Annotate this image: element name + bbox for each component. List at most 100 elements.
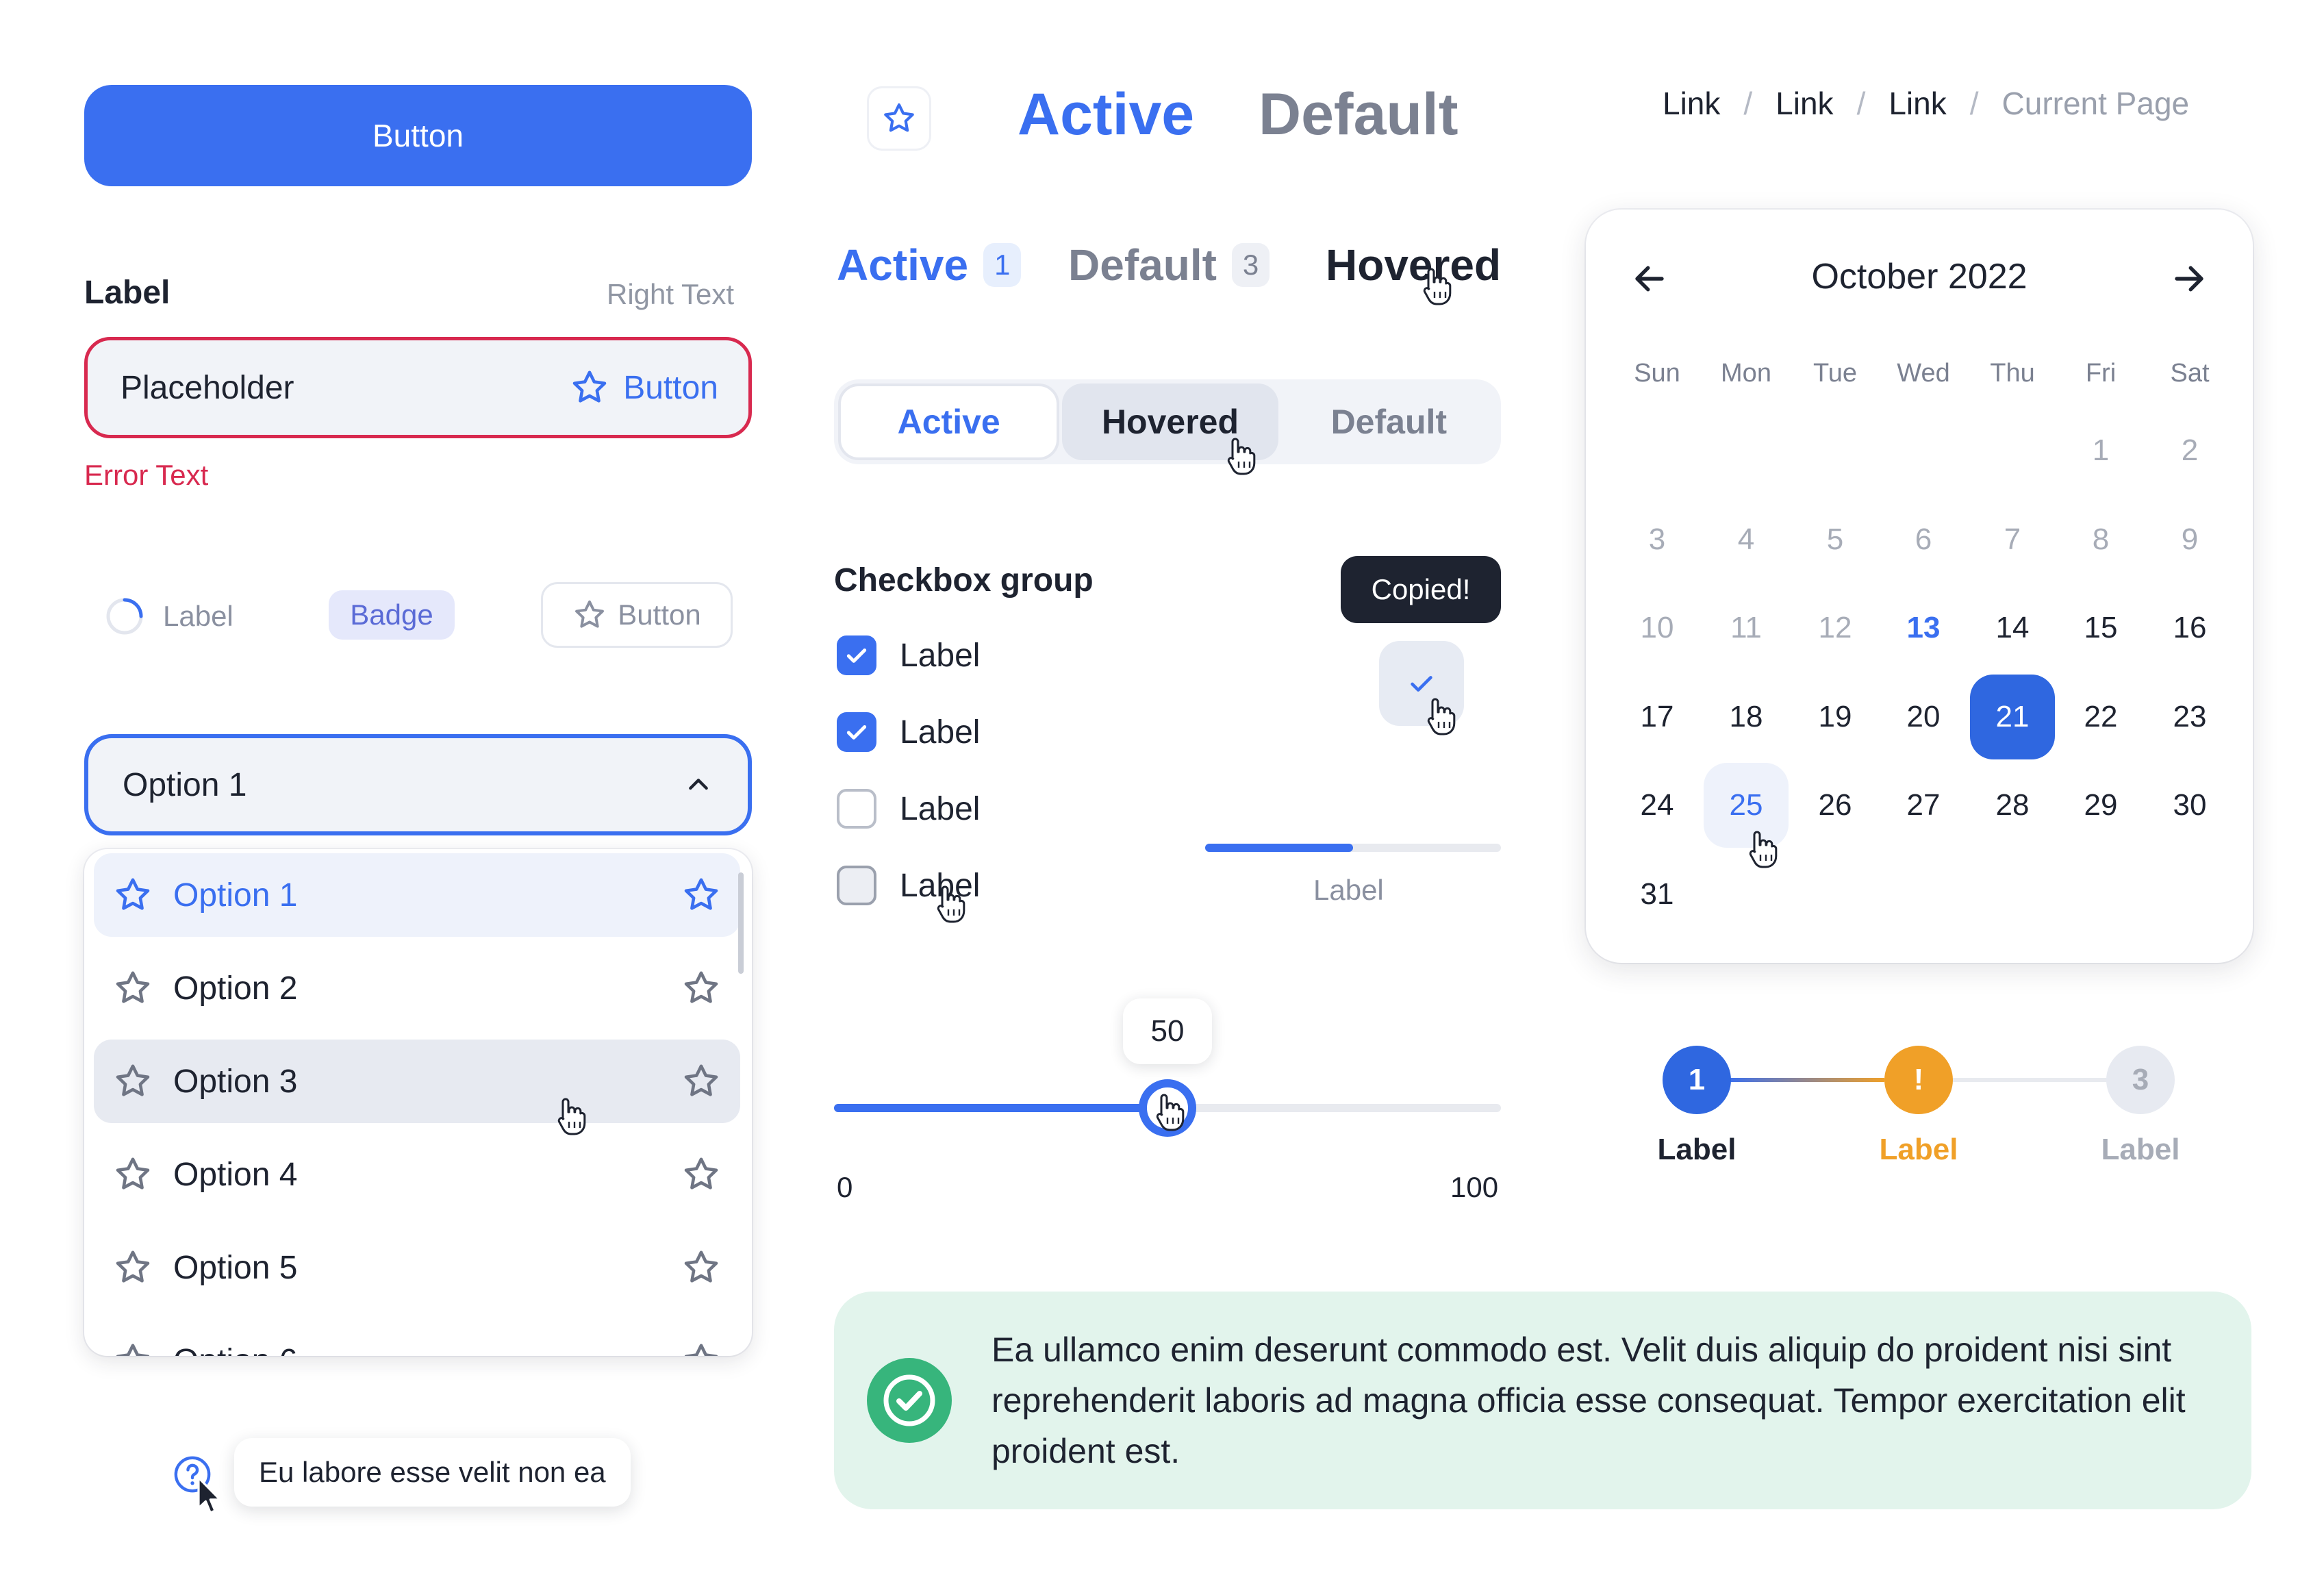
breadcrumb-separator: /	[1969, 86, 1979, 121]
stepper-connector	[1727, 1078, 1884, 1082]
calendar-day[interactable]: 4	[1704, 497, 1789, 582]
calendar-weekday: Sat	[2170, 359, 2210, 388]
tab-count-badge: 1	[983, 243, 1022, 287]
calendar-month-title: October 2022	[1811, 257, 2028, 297]
star-icon[interactable]	[681, 1341, 721, 1356]
calendar-day[interactable]: 15	[2058, 586, 2143, 670]
star-icon[interactable]	[681, 875, 721, 915]
calendar-day[interactable]: 24	[1615, 763, 1700, 848]
checkbox-group-title: Checkbox group	[834, 562, 1094, 599]
checkbox-unchecked[interactable]	[837, 789, 876, 829]
hand-cursor-icon	[1422, 696, 1457, 737]
count-tab-active[interactable]: Active 1	[837, 240, 1022, 290]
star-icon[interactable]	[681, 1061, 721, 1101]
step-circle-1[interactable]: 1	[1663, 1046, 1731, 1114]
step-circle-3[interactable]: 3	[2106, 1046, 2175, 1114]
input-button[interactable]: Button	[570, 368, 718, 407]
hand-cursor-icon	[552, 1096, 588, 1137]
checkbox-unchecked[interactable]	[837, 866, 876, 905]
breadcrumb-link[interactable]: Link	[1889, 85, 1946, 122]
calendar-day[interactable]: 26	[1793, 763, 1878, 848]
step-label: Label	[1879, 1133, 1958, 1166]
calendar-day[interactable]: 22	[2058, 675, 2143, 759]
chevron-up-icon	[685, 771, 712, 798]
spinner-label: Label	[163, 600, 233, 632]
star-icon	[113, 1248, 153, 1287]
star-icon[interactable]	[681, 1248, 721, 1287]
checkbox-item[interactable]: Label	[837, 712, 980, 752]
checkbox-item[interactable]: Label	[837, 789, 980, 829]
calendar-day[interactable]: 16	[2147, 586, 2232, 670]
dropdown-option[interactable]: Option 6	[94, 1319, 740, 1356]
field-right-text: Right Text	[607, 278, 734, 310]
checkbox-checked[interactable]	[837, 712, 876, 752]
dropdown-option[interactable]: Option 5	[94, 1226, 740, 1309]
calendar-day[interactable]: 10	[1615, 586, 1700, 670]
calendar-day[interactable]: 1	[2058, 408, 2143, 493]
breadcrumb-link[interactable]: Link	[1663, 85, 1720, 122]
calendar-day[interactable]: 27	[1881, 763, 1966, 848]
dropdown-menu: Option 1 Option 2 Option 3 Option 4 Opti…	[84, 849, 752, 1356]
calendar-day[interactable]: 31	[1615, 852, 1700, 937]
calendar-day[interactable]: 21	[1970, 674, 2055, 759]
outline-button-label: Button	[618, 599, 701, 631]
count-tab-default[interactable]: Default 3	[1068, 240, 1270, 290]
checkbox-label: Label	[900, 637, 981, 674]
calendar-day[interactable]: 28	[1970, 763, 2055, 848]
tab-active[interactable]: Active	[1018, 81, 1194, 149]
step-circle-warning[interactable]: !	[1884, 1046, 1953, 1114]
calendar-day[interactable]: 12	[1793, 586, 1878, 670]
dropdown-option[interactable]: Option 2	[94, 946, 740, 1030]
dropdown-option[interactable]: Option 3	[94, 1040, 740, 1123]
checkbox-item[interactable]: Label	[837, 635, 980, 675]
star-toggle-button[interactable]	[867, 86, 931, 151]
calendar-day[interactable]: 2	[2147, 408, 2232, 493]
tab-default[interactable]: Default	[1259, 81, 1458, 149]
calendar-day[interactable]: 20	[1881, 675, 1966, 759]
dropdown-option[interactable]: Option 4	[94, 1133, 740, 1216]
step-label: Label	[2101, 1133, 2180, 1166]
checkbox-label: Label	[900, 790, 981, 827]
calendar-day[interactable]: 7	[1970, 497, 2055, 582]
tab-label: Active	[837, 240, 969, 290]
calendar-day[interactable]: 9	[2147, 497, 2232, 582]
segment-active[interactable]: Active	[838, 383, 1060, 460]
calendar-day[interactable]: 6	[1881, 497, 1966, 582]
calendar-day[interactable]: 17	[1615, 675, 1700, 759]
dropdown-option[interactable]: Option 1	[94, 853, 740, 937]
select-input[interactable]: Option 1	[84, 734, 752, 835]
slider-value: 50	[1150, 1014, 1185, 1048]
hand-cursor-icon	[1743, 829, 1779, 870]
star-icon	[881, 101, 917, 136]
tab-label: Default	[1068, 240, 1217, 290]
calendar-day[interactable]: 5	[1793, 497, 1878, 582]
breadcrumb-link[interactable]: Link	[1776, 85, 1833, 122]
stepper-connector	[1949, 1078, 2113, 1082]
calendar-day[interactable]: 18	[1704, 675, 1789, 759]
calendar-day[interactable]: 29	[2058, 763, 2143, 848]
star-icon	[113, 1061, 153, 1101]
star-icon[interactable]	[681, 1155, 721, 1194]
calendar-day[interactable]: 19	[1793, 675, 1878, 759]
calendar-day[interactable]: 3	[1615, 497, 1700, 582]
calendar-weekday: Sun	[1634, 359, 1680, 388]
star-icon[interactable]	[681, 968, 721, 1008]
calendar-weekday: Tue	[1813, 359, 1858, 388]
calendar-day[interactable]: 30	[2147, 763, 2232, 848]
calendar-day[interactable]: 11	[1704, 586, 1789, 670]
text-input[interactable]: Placeholder Button	[84, 337, 752, 438]
primary-button[interactable]: Button	[84, 85, 752, 186]
arrow-right-icon[interactable]	[2171, 260, 2208, 297]
count-tab-hovered[interactable]: Hovered	[1326, 240, 1501, 290]
segment-default[interactable]: Default	[1281, 383, 1497, 460]
spinner-icon	[104, 596, 145, 637]
option-label: Option 6	[173, 1342, 661, 1357]
calendar-day[interactable]: 23	[2147, 675, 2232, 759]
checkbox-checked[interactable]	[837, 635, 876, 675]
calendar-day[interactable]: 8	[2058, 497, 2143, 582]
calendar-day[interactable]: 13	[1881, 586, 1966, 670]
outline-button[interactable]: Button	[541, 582, 733, 648]
segmented-control: Active Hovered Default	[834, 379, 1501, 464]
calendar-day[interactable]: 14	[1970, 586, 2055, 670]
scrollbar-thumb[interactable]	[738, 872, 744, 974]
